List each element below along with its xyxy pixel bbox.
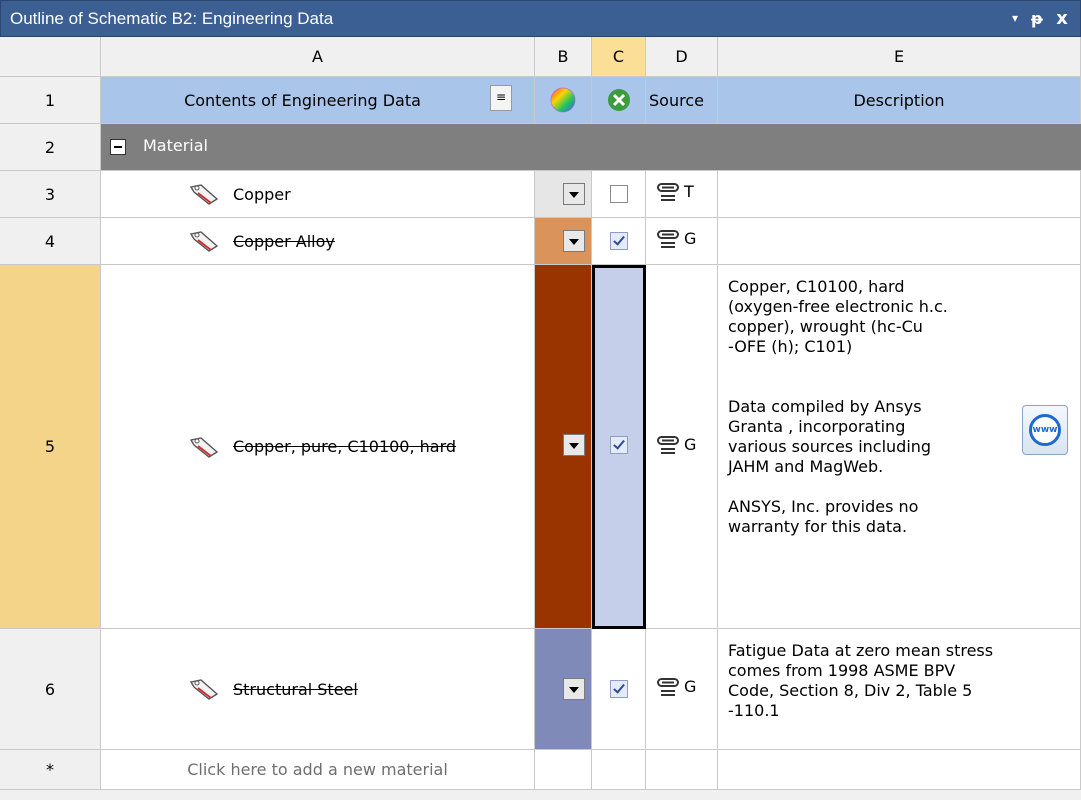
row-number[interactable]: 4	[0, 218, 101, 265]
material-name-cell[interactable]: Structural Steel	[101, 629, 535, 750]
description-header-cell[interactable]: Description	[718, 77, 1081, 124]
suppress-cell[interactable]	[592, 218, 646, 265]
empty-cell	[646, 750, 718, 790]
material-color-cell[interactable]	[535, 171, 592, 218]
color-wheel-icon	[550, 87, 576, 113]
source-text: T	[684, 182, 694, 201]
source-cell[interactable]: G	[646, 629, 718, 750]
panel-title-bar: Outline of Schematic B2: Engineering Dat…	[0, 0, 1081, 37]
row-number[interactable]: 1	[0, 77, 101, 124]
material-name-cell[interactable]: Copper	[101, 171, 535, 218]
column-header-c[interactable]: C	[592, 37, 646, 77]
material-name: Structural Steel	[233, 679, 358, 699]
suppress-cell[interactable]	[592, 629, 646, 750]
material-name: Copper	[233, 184, 291, 204]
material-description: Fatigue Data at zero mean stress comes f…	[728, 641, 994, 720]
description-header-label: Description	[853, 90, 945, 110]
source-header-cell[interactable]: Source	[646, 77, 718, 124]
close-icon[interactable]: x	[1050, 1, 1074, 36]
corner-header[interactable]	[0, 37, 101, 77]
description-cell[interactable]	[718, 218, 1081, 265]
source-header-label: Source	[649, 90, 704, 110]
category-label: Material	[143, 136, 208, 155]
contents-header-cell[interactable]: Contents of Engineering Data ≡	[101, 77, 535, 124]
www-link-button[interactable]: www	[1022, 405, 1068, 455]
material-description: Copper, C10100, hard (oxygen-free electr…	[728, 277, 948, 536]
color-dropdown-button[interactable]	[563, 434, 585, 456]
new-row-marker: *	[0, 750, 101, 790]
library-link-icon	[657, 183, 679, 201]
suppress-header-cell[interactable]	[592, 77, 646, 124]
pin-icon[interactable]: ᵽ	[1025, 1, 1049, 36]
material-name: Copper, pure, C10100, hard	[233, 437, 457, 456]
library-link-icon	[657, 230, 679, 248]
source-text: G	[684, 677, 697, 696]
panel-menu-dropdown-icon[interactable]: ▾	[1004, 1, 1026, 36]
suppress-icon	[607, 89, 630, 111]
suppress-cell-selected[interactable]	[592, 265, 646, 629]
source-cell[interactable]: G	[646, 218, 718, 265]
empty-cell	[718, 750, 1081, 790]
material-name: Copper Alloy	[233, 231, 335, 251]
globe-icon: www	[1029, 414, 1061, 446]
source-cell[interactable]: G	[646, 265, 718, 629]
row-number[interactable]: 2	[0, 124, 101, 171]
source-text: G	[684, 435, 697, 454]
material-name-cell[interactable]: Copper Alloy	[101, 218, 535, 265]
column-header-a[interactable]: A	[101, 37, 535, 77]
color-header-cell[interactable]	[535, 77, 592, 124]
description-cell[interactable]: Copper, C10100, hard (oxygen-free electr…	[718, 265, 1081, 629]
material-color-cell[interactable]	[535, 629, 592, 750]
column-header-d[interactable]: D	[646, 37, 718, 77]
material-tag-icon	[189, 436, 219, 458]
suppress-checkbox[interactable]	[610, 680, 628, 698]
grid-bottom-margin	[0, 790, 1081, 800]
row-number[interactable]: 3	[0, 171, 101, 218]
library-link-icon	[657, 436, 679, 454]
description-cell[interactable]	[718, 171, 1081, 218]
material-tag-icon	[189, 231, 219, 252]
material-tag-icon	[189, 679, 219, 700]
material-name-cell[interactable]: Copper, pure, C10100, hard	[101, 265, 535, 629]
suppress-checkbox[interactable]	[610, 232, 628, 250]
empty-cell	[592, 750, 646, 790]
material-color-cell[interactable]	[535, 218, 592, 265]
color-dropdown-button[interactable]	[563, 230, 585, 252]
library-link-icon	[657, 678, 679, 696]
material-color-cell[interactable]	[535, 265, 592, 629]
sort-icon[interactable]: ≡	[490, 85, 512, 111]
panel-title: Outline of Schematic B2: Engineering Dat…	[10, 9, 334, 28]
suppress-checkbox[interactable]	[610, 185, 628, 203]
contents-header-label: Contents of Engineering Data	[184, 90, 421, 110]
source-cell[interactable]: T	[646, 171, 718, 218]
material-tag-icon	[189, 184, 219, 205]
row-number[interactable]: 5	[0, 265, 101, 629]
column-header-e[interactable]: E	[718, 37, 1081, 77]
source-text: G	[684, 229, 697, 248]
column-header-b[interactable]: B	[535, 37, 592, 77]
engineering-data-grid: A B C D E 1 Contents of Engineering Data…	[0, 37, 1081, 800]
description-cell[interactable]: Fatigue Data at zero mean stress comes f…	[718, 629, 1081, 750]
add-new-material-input[interactable]: Click here to add a new material	[101, 750, 535, 790]
collapse-toggle-icon[interactable]	[110, 139, 126, 155]
empty-cell	[535, 750, 592, 790]
suppress-cell[interactable]	[592, 171, 646, 218]
color-dropdown-button[interactable]	[563, 183, 585, 205]
row-number[interactable]: 6	[0, 629, 101, 750]
color-dropdown-button[interactable]	[563, 678, 585, 700]
category-row-material[interactable]: Material	[101, 124, 1081, 171]
suppress-checkbox[interactable]	[610, 436, 628, 454]
